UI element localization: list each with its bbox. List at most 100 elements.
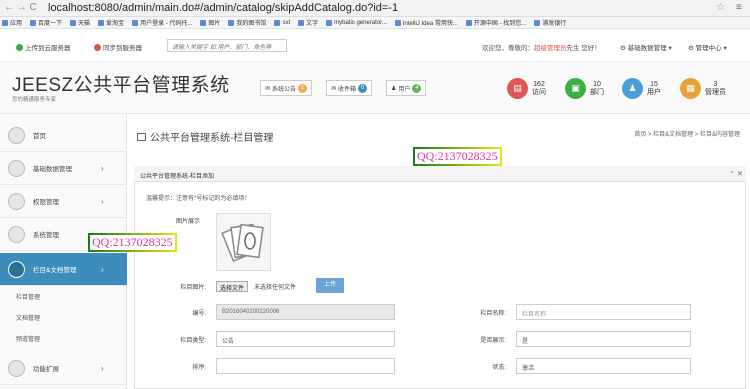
status-select[interactable]: 激活 xyxy=(516,358,691,374)
close-icon[interactable]: ✕ xyxy=(737,171,743,178)
bookmark-item[interactable]: mybatis generator... xyxy=(326,19,387,26)
bookmark-item[interactable]: IntelliJ Idea 常用快... xyxy=(394,18,458,27)
browser-nav-buttons[interactable]: ← → C xyxy=(4,2,37,13)
code-field: B2016040200220006 xyxy=(216,304,395,320)
chevron-right-icon: › xyxy=(101,264,104,274)
name-input[interactable]: 栏目名称 xyxy=(516,304,691,320)
document-icon xyxy=(8,260,25,278)
sync-server-button[interactable]: 同步到服务器 xyxy=(94,42,142,52)
sidebar-item-home[interactable]: 首页 xyxy=(0,119,127,152)
qq-watermark: QQ:2137028325 xyxy=(413,147,502,166)
sync-icon xyxy=(94,43,101,51)
chevron-right-icon: › xyxy=(101,163,104,173)
bookmark-icon xyxy=(132,19,139,26)
sidebar-item-basic-data[interactable]: 基础数据管理 › xyxy=(0,152,127,185)
sidebar-subitem-docs[interactable]: 文档管理 xyxy=(16,313,40,322)
bookmark-icon xyxy=(30,19,37,26)
cloud-upload-icon xyxy=(16,43,23,51)
chevron-right-icon: › xyxy=(101,196,104,206)
bookmark-icon xyxy=(394,19,401,26)
bookmark-icon xyxy=(200,19,207,26)
users-badge: 4 xyxy=(412,83,422,93)
money-icon: ▣ xyxy=(565,78,586,99)
inbox-badge: 0 xyxy=(358,83,368,93)
address-bar[interactable]: localhost:8080/admin/main.do#/admin/cata… xyxy=(48,2,398,14)
sidebar-subitem-catalog[interactable]: 栏目管理 xyxy=(16,292,40,301)
upload-to-server-button[interactable]: 上传到云服务器 xyxy=(16,42,71,52)
bookmark-icon xyxy=(228,19,235,26)
order-input[interactable] xyxy=(216,358,395,374)
bookmark-item[interactable]: 应用 xyxy=(2,18,22,27)
welcome-text: 欢迎您，尊敬的：超级管理员先生 您好！ xyxy=(482,45,601,52)
slogan: 您的精通服务专家 xyxy=(12,97,57,103)
bookmark-item[interactable]: 开源中国 - 找到您... xyxy=(465,18,526,27)
username: 超级管理员 xyxy=(534,45,567,52)
bookmark-item[interactable]: 百度一下 xyxy=(30,18,62,27)
sidebar-item-extensions[interactable]: 功能扩展 › xyxy=(0,352,127,385)
bookmark-item[interactable]: 用户登录 - 代码托... xyxy=(132,18,192,27)
collapse-icon[interactable]: ⌃ xyxy=(729,171,735,178)
picture-placeholder-icon xyxy=(221,223,264,263)
stat-admins[interactable]: ▦ 3 管理员 xyxy=(680,78,726,99)
bookmark-icon xyxy=(298,19,305,26)
caret-down-icon: ▾ xyxy=(721,45,727,52)
breadcrumb[interactable]: 首页 > 栏目&文档管理 > 栏目&内容管理 xyxy=(634,129,740,138)
bookmark-item[interactable]: sxt xyxy=(274,19,290,26)
name-label: 栏目名称: xyxy=(480,311,506,317)
user-icon: ♟ xyxy=(622,78,643,99)
bookmark-item[interactable]: 浦发银行 xyxy=(534,18,566,27)
panel-tools[interactable]: ⌃ ✕ xyxy=(729,170,743,178)
choose-file-button[interactable]: 选择文件 xyxy=(216,281,249,292)
sidebar-item-permissions[interactable]: 权限管理 › xyxy=(0,185,127,218)
bookmark-icon xyxy=(98,19,105,26)
monitor-icon xyxy=(137,132,146,141)
bookmark-icon xyxy=(534,19,541,26)
show-select[interactable]: 是 xyxy=(516,331,691,347)
no-file-text: 未选择任何文件 xyxy=(254,285,297,291)
puzzle-icon xyxy=(8,359,25,377)
caret-down-icon: ▾ xyxy=(666,45,672,52)
database-icon xyxy=(8,159,25,177)
column-image-label: 栏目图片: xyxy=(180,285,206,291)
image-preview xyxy=(216,213,271,271)
bookmark-star-icon[interactable]: ☆ xyxy=(716,2,725,13)
panel-title: 公共平台管理系统-栏目添加 xyxy=(134,166,746,182)
admin-center-menu[interactable]: ⚙ 管理中心 ▾ xyxy=(688,42,727,52)
announcement-badge: 1 xyxy=(298,83,308,93)
image-preview-label: 图片展示 xyxy=(176,219,201,225)
user-icon: ♟ xyxy=(391,85,397,92)
stat-visits[interactable]: ▤ 162 访问 xyxy=(507,78,546,99)
inbox-button[interactable]: ✉ 收件箱 0 xyxy=(326,80,373,96)
bookmark-item[interactable]: 爱淘宝 xyxy=(98,18,124,27)
show-label: 是否展示: xyxy=(480,338,506,344)
bookmark-item[interactable]: 天猫 xyxy=(70,18,90,27)
user-icon: ⚙ xyxy=(688,45,696,52)
notice-text: 温馨提示：注意有*号标记的为必填项！ xyxy=(146,196,251,202)
box-icon: ▦ xyxy=(680,78,701,99)
status-label: 状态: xyxy=(492,365,506,371)
lock-icon xyxy=(8,192,25,210)
bookmark-item[interactable]: 图片 xyxy=(200,18,220,27)
bookmark-icon xyxy=(465,19,472,26)
mail-icon: ✉ xyxy=(331,85,337,92)
bookmarks-bar: 应用 百度一下 天猫 爱淘宝 用户登录 - 代码托... 图片 我的图书馆 sxt 文字 myba… xyxy=(0,17,750,29)
page-title: 公共平台管理系统-栏目管理 xyxy=(137,129,273,144)
announcement-button[interactable]: ✉ 系统公告 1 xyxy=(260,80,313,96)
upload-button[interactable]: 上传 xyxy=(316,278,344,293)
gear-icon xyxy=(8,225,25,243)
bookmark-icon xyxy=(274,19,281,26)
users-button[interactable]: ♟ 用户 4 xyxy=(386,80,427,96)
home-icon xyxy=(8,126,25,144)
type-select[interactable]: 公告 xyxy=(216,331,395,347)
bookmark-item[interactable]: 文字 xyxy=(298,18,318,27)
stat-departments[interactable]: ▣ 10 部门 xyxy=(565,78,604,99)
order-label: 排序: xyxy=(192,365,206,371)
browser-menu-icon[interactable]: ≡ xyxy=(736,2,742,13)
sidebar-subitem-channels[interactable]: 频道管理 xyxy=(16,334,40,343)
bookmark-item[interactable]: 我的图书馆 xyxy=(228,18,266,27)
stat-users[interactable]: ♟ 15 用户 xyxy=(622,78,661,99)
search-input[interactable]: 请输入关键字 如:用户、部门、角色等 xyxy=(167,39,287,52)
sidebar-item-catalog-docs[interactable]: 栏目&文档管理 › xyxy=(0,253,127,286)
basic-settings-menu[interactable]: ⚙ 基础数据管理 ▾ xyxy=(620,42,672,52)
chevron-right-icon: › xyxy=(101,363,104,373)
